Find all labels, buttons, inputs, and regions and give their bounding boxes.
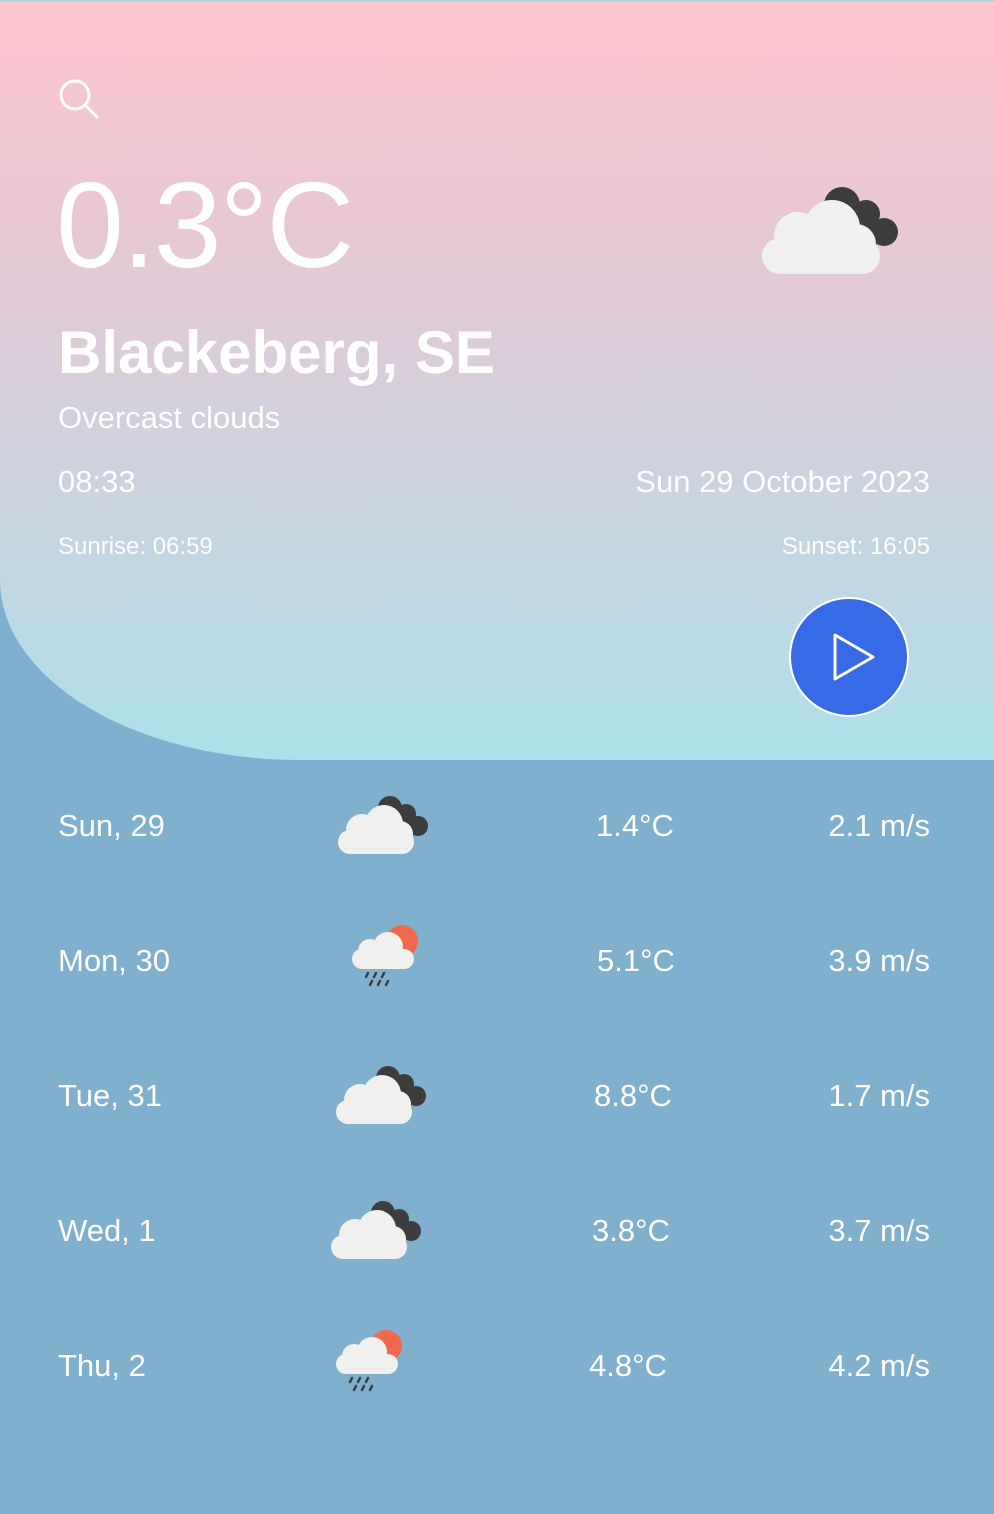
search-button[interactable] (56, 76, 102, 122)
play-button[interactable] (789, 597, 909, 717)
forecast-day: Mon, 30 (58, 943, 171, 978)
current-temperature: 0.3°C (56, 157, 354, 293)
forecast-temperature: 1.4°C (596, 808, 674, 843)
forecast-wind: 2.1 m/s (828, 808, 930, 843)
rain-sun-icon (330, 1330, 430, 1400)
forecast-wind: 3.9 m/s (828, 943, 930, 978)
forecast-row: Sun, 29 1.4°C 2.1 m/s (0, 760, 994, 895)
overcast-clouds-icon (332, 1060, 432, 1130)
current-date: Sun 29 October 2023 (635, 464, 930, 499)
forecast-row: Thu, 2 4.8°C 4.2 m/s (0, 1300, 994, 1435)
sunset-time: Sunset: 16:05 (781, 533, 930, 560)
sunrise-time: Sunrise: 06:59 (58, 533, 213, 560)
play-icon (833, 633, 875, 681)
weather-description: Overcast clouds (58, 400, 281, 435)
forecast-wind: 3.7 m/s (828, 1213, 930, 1248)
overcast-clouds-icon (334, 790, 434, 860)
forecast-day: Sun, 29 (58, 808, 165, 843)
forecast-row: Wed, 1 3.8°C 3.7 m/s (0, 1165, 994, 1300)
weather-app: 0.3°C Blackeberg, SE Overcast clouds 08:… (0, 0, 994, 1514)
rain-sun-icon (346, 925, 446, 995)
current-time: 08:33 (58, 464, 136, 499)
overcast-clouds-icon (327, 1195, 427, 1265)
forecast-day: Tue, 31 (58, 1078, 162, 1113)
forecast-row: Tue, 31 8.8°C 1.7 m/s (0, 1030, 994, 1165)
forecast-wind: 1.7 m/s (828, 1078, 930, 1113)
forecast-temperature: 5.1°C (597, 943, 675, 978)
forecast-day: Wed, 1 (58, 1213, 156, 1248)
forecast-temperature: 4.8°C (589, 1348, 667, 1383)
current-weather-panel: 0.3°C Blackeberg, SE Overcast clouds 08:… (0, 0, 994, 760)
forecast-wind: 4.2 m/s (828, 1348, 930, 1383)
forecast-temperature: 8.8°C (594, 1078, 672, 1113)
forecast-list: Sun, 29 1.4°C 2.1 m/s Mon, 30 5.1°C 3.9 … (0, 760, 994, 1435)
forecast-row: Mon, 30 5.1°C 3.9 m/s (0, 895, 994, 1030)
forecast-temperature: 3.8°C (592, 1213, 670, 1248)
overcast-clouds-icon (758, 180, 908, 280)
forecast-day: Thu, 2 (58, 1348, 146, 1383)
city-name: Blackeberg, SE (58, 319, 495, 386)
search-icon (59, 79, 99, 119)
